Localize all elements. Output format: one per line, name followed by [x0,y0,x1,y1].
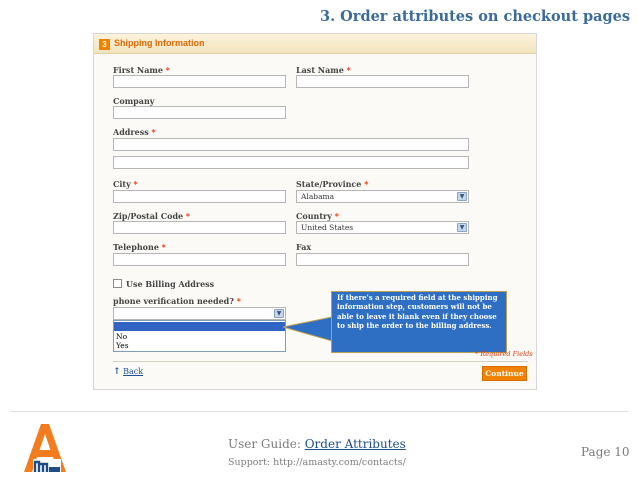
use-billing-label: Use Billing Address [126,279,215,289]
address-line1-input[interactable] [113,138,469,151]
chevron-down-icon[interactable]: ▼ [457,223,467,232]
step-number-badge: 3 [99,39,110,50]
callout-pointer [283,316,333,342]
support-url[interactable]: Support: http://amasty.com/contacts/ [228,457,406,468]
address-label: Address * [113,127,156,137]
phone-verification-select[interactable]: ▼ [113,307,286,320]
dropdown-option-blank[interactable] [114,322,285,331]
phone-verification-label: phone verification needed? * [113,296,241,306]
state-select[interactable]: Alabama ▼ [296,190,469,203]
dropdown-option-yes[interactable]: Yes [114,341,285,350]
state-value: Alabama [301,192,335,201]
country-label: Country * [296,211,339,221]
fax-input[interactable] [296,253,469,266]
company-label: Company [113,96,155,106]
footer-divider [10,411,628,412]
dropdown-option-no[interactable]: No [114,332,285,341]
section-title: Shipping Information [114,38,205,48]
zip-label: Zip/Postal Code * [113,211,191,221]
user-guide-prefix: User Guide: [228,437,305,451]
back-label: Back [123,367,144,376]
chevron-down-icon[interactable]: ▼ [457,192,467,201]
page-number: Page 10 [581,445,630,459]
address-line2-input[interactable] [113,156,469,169]
first-name-input[interactable] [113,75,286,88]
country-value: United States [301,223,354,232]
telephone-input[interactable] [113,253,286,266]
form-divider [113,361,528,362]
last-name-input[interactable] [296,75,469,88]
city-input[interactable] [113,190,286,203]
company-input[interactable] [113,106,286,119]
country-select[interactable]: United States ▼ [296,221,469,234]
user-guide-title: User Guide: Order Attributes [228,437,406,451]
back-link[interactable]: ↑ Back [113,367,143,377]
amasty-logo [24,424,66,472]
phone-verification-options: No Yes [113,320,286,352]
required-fields-note: * Required Fields [475,350,533,358]
fax-label: Fax [296,242,312,252]
continue-button[interactable]: Continue [482,366,527,381]
zip-input[interactable] [113,221,286,234]
callout-note: If there's a required field at the shipp… [331,291,507,353]
section-header[interactable]: 3 Shipping Information [94,34,536,54]
order-attributes-link[interactable]: Order Attributes [305,437,406,451]
city-label: City * [113,179,138,189]
slide-heading: 3. Order attributes on checkout pages [319,8,630,25]
telephone-label: Telephone * [113,242,166,252]
use-billing-checkbox[interactable] [113,279,122,288]
last-name-label: Last Name * [296,65,351,75]
up-arrow-icon: ↑ [113,367,121,377]
first-name-label: First Name * [113,65,170,75]
state-label: State/Province * [296,179,369,189]
